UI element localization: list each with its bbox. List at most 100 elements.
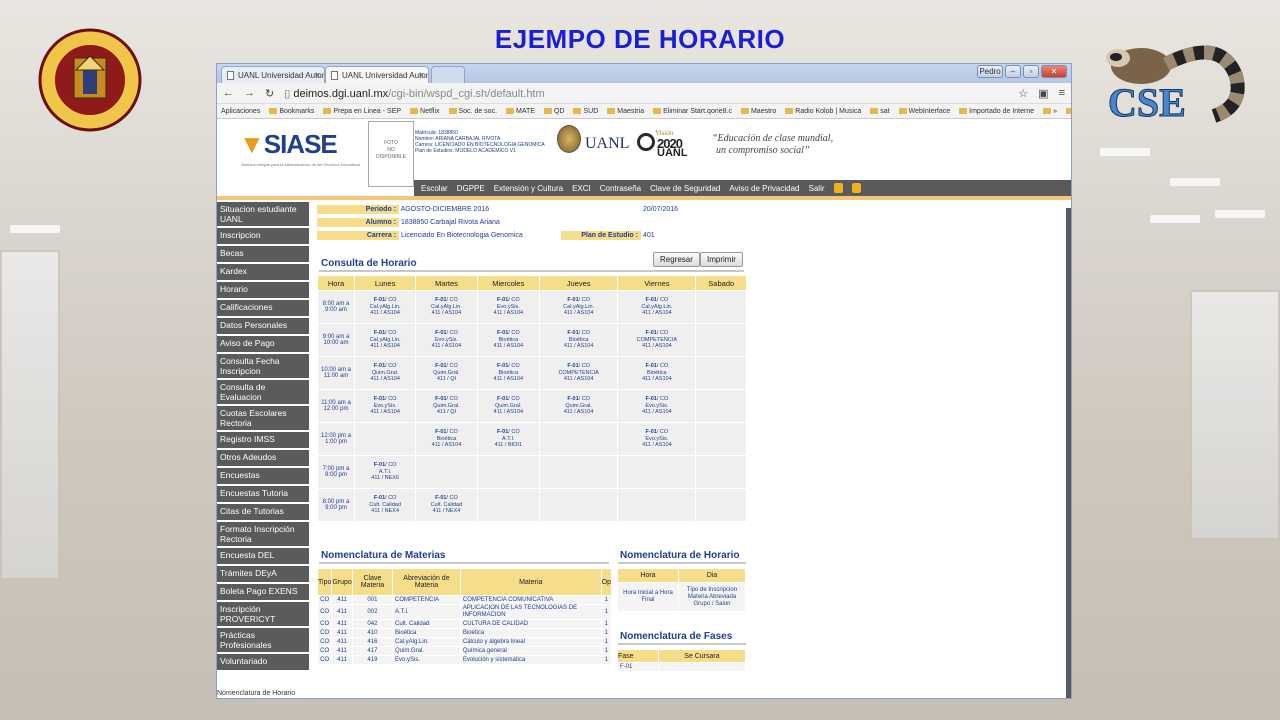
bookmark-star-icon[interactable]: ☆ bbox=[1018, 87, 1028, 100]
sidebar-item[interactable]: Inscripción PROVERICYT bbox=[217, 602, 309, 628]
table-cell: CO bbox=[318, 638, 332, 646]
menu-item-3[interactable]: EXCI bbox=[572, 184, 591, 193]
fecha: 20/07/2016 bbox=[643, 206, 679, 213]
table-cell: CO bbox=[318, 605, 332, 619]
periodo-row: Periodo : AGOSTO-DICIEMBRE 2016 bbox=[317, 205, 489, 214]
folder-icon bbox=[410, 107, 419, 114]
back-icon[interactable]: ← bbox=[223, 87, 234, 99]
sidebar-item[interactable]: Citas de Tutorias bbox=[217, 504, 309, 522]
bookmark-item[interactable]: QD bbox=[543, 107, 564, 115]
column-header: Miercoles bbox=[477, 276, 540, 290]
siase-subtitle: Sistema Integral para la Administración … bbox=[241, 162, 361, 167]
cell-room: 411 / AS104 bbox=[493, 409, 524, 416]
hora-cell: 11:00 am a 12:00 pm bbox=[318, 390, 354, 422]
imprimir-button[interactable]: Imprimir bbox=[700, 252, 743, 267]
bookmark-item[interactable]: Prepa en Linea - SEP bbox=[323, 107, 401, 115]
menu-icon[interactable]: ≡ bbox=[1059, 87, 1065, 100]
table-cell: Evolución y sistemática bbox=[460, 656, 601, 664]
facebook-icon[interactable] bbox=[833, 183, 843, 193]
bookmark-item[interactable]: sat bbox=[870, 107, 890, 115]
bookmark-item[interactable]: Maestro bbox=[740, 107, 776, 115]
header-divider bbox=[217, 196, 1071, 200]
regresar-button[interactable]: Regresar bbox=[653, 252, 700, 267]
sidebar-item[interactable]: Cuotas Escolares Rectoria bbox=[217, 406, 309, 432]
bookmark-item[interactable]: Aplicaciones bbox=[221, 108, 260, 115]
close-tab-icon[interactable]: × bbox=[419, 70, 424, 80]
sidebar-item[interactable]: Horario bbox=[217, 282, 309, 300]
menu-item-5[interactable]: Clave de Seguridad bbox=[650, 184, 720, 193]
bookmark-item[interactable]: Importado de Interne bbox=[959, 107, 1034, 115]
maximize-icon[interactable]: ▫ bbox=[1023, 65, 1039, 78]
sidebar-item[interactable]: Prácticas Profesionales bbox=[217, 628, 309, 654]
sidebar-item[interactable]: Encuestas bbox=[217, 468, 309, 486]
bookmark-item[interactable]: Otros marcadores bbox=[1066, 107, 1071, 115]
bookmark-item[interactable]: Eliminar Start.qone8.c bbox=[653, 107, 732, 115]
sidebar-item[interactable]: Kardex bbox=[217, 264, 309, 282]
column-header: Tipo bbox=[318, 569, 332, 595]
fase-cell bbox=[658, 663, 745, 671]
sidebar-item[interactable]: Calificaciones bbox=[217, 300, 309, 318]
menu-item-1[interactable]: DGPPE bbox=[457, 184, 485, 193]
schedule-cell bbox=[696, 423, 746, 455]
bookmark-item[interactable]: Soc. de soc. bbox=[448, 107, 497, 115]
schedule-cell: F-01/ CO Cult. Calidad 411 / NEX4 bbox=[416, 489, 477, 521]
twitter-icon[interactable] bbox=[851, 183, 861, 193]
bookmark-item[interactable]: » bbox=[1043, 107, 1057, 115]
schedule-cell: F-01/ CO Evo.ySis. 411 / AS104 bbox=[355, 390, 416, 422]
sidebar-item[interactable]: Becas bbox=[217, 246, 309, 264]
new-tab-button[interactable] bbox=[431, 66, 465, 83]
page-scrollbar[interactable] bbox=[1066, 208, 1071, 698]
close-tab-icon[interactable]: × bbox=[315, 70, 320, 80]
schedule-row: 12:00 pm a 1:00 pm F-01/ CO Bioética 411 / A… bbox=[318, 423, 746, 455]
column-header: Materia bbox=[460, 569, 601, 595]
cell-room: 411 / NEX6 bbox=[371, 475, 400, 482]
sidebar-item[interactable]: Boleta Pago EXENS bbox=[217, 584, 309, 602]
reload-icon[interactable]: ↻ bbox=[265, 87, 274, 100]
bookmark-item[interactable]: Bookmarks bbox=[269, 107, 314, 115]
bookmark-item[interactable]: Radio Kolob | Musica bbox=[785, 107, 862, 115]
sidebar-item[interactable]: Encuesta DEL bbox=[217, 548, 309, 566]
column-header: Sabado bbox=[696, 276, 746, 290]
bookmark-item[interactable]: MATE bbox=[506, 107, 535, 115]
siase-logo[interactable]: ▼SIASE bbox=[239, 129, 338, 160]
address-bar[interactable]: ▯ deimos.dgi.uanl.mx/cgi-bin/wspd_cgi.sh… bbox=[284, 87, 544, 100]
sidebar-item[interactable]: Trámites DEyA bbox=[217, 566, 309, 584]
browser-tab-active[interactable]: UANL Universidad Autono × bbox=[325, 66, 429, 83]
menu-item-4[interactable]: Contraseña bbox=[600, 184, 641, 193]
minimize-icon[interactable]: – bbox=[1005, 65, 1021, 78]
sidebar-item[interactable]: Encuestas Tutoria bbox=[217, 486, 309, 504]
table-cell: APLICACION DE LAS TECNOLOGIAS DE INFORMA… bbox=[460, 605, 601, 619]
sidebar-item[interactable]: Formato Inscripción Rectoria bbox=[217, 522, 309, 548]
sidebar-item[interactable]: Situacion estudiante UANL bbox=[217, 202, 309, 228]
sidebar-item[interactable]: Registro IMSS bbox=[217, 432, 309, 450]
forward-icon[interactable]: → bbox=[244, 87, 255, 99]
browser-tab[interactable]: UANL Universidad Autono × bbox=[221, 66, 325, 83]
schedule-cell: F-01/ CO Evo.ySis. 411 / AS104 bbox=[618, 423, 696, 455]
top-menu: Escolar DGPPE Extensión y Cultura EXCI Contr… bbox=[414, 180, 1071, 196]
bookmark-item[interactable]: SUD bbox=[573, 107, 598, 115]
close-window-icon[interactable]: ✕ bbox=[1041, 65, 1067, 78]
menu-item-7[interactable]: Salir bbox=[809, 184, 825, 193]
sidebar-item[interactable]: Consulta de Evaluacion bbox=[217, 380, 309, 406]
schedule-cell bbox=[696, 357, 746, 389]
menu-item-0[interactable]: Escolar bbox=[421, 184, 448, 193]
bookmark-item[interactable]: WebInterface bbox=[898, 107, 950, 115]
table-row: CO 411 419 Evo.ySis. Evolución y sistemática… bbox=[318, 656, 611, 664]
menu-item-6[interactable]: Aviso de Privacidad bbox=[729, 184, 799, 193]
profile-button[interactable]: Pedro bbox=[977, 65, 1003, 78]
sidebar-item[interactable]: Voluntariado bbox=[217, 654, 309, 672]
uanl-seal-icon bbox=[557, 125, 581, 153]
extension-icon[interactable]: ▣ bbox=[1038, 87, 1048, 100]
bookmark-item[interactable]: Maestria bbox=[607, 107, 644, 115]
sidebar-item[interactable]: Inscripcion bbox=[217, 228, 309, 246]
bookmark-item[interactable]: Netflix bbox=[410, 107, 440, 115]
menu-item-2[interactable]: Extensión y Cultura bbox=[494, 184, 563, 193]
bookmark-label: Radio Kolob | Musica bbox=[795, 107, 862, 115]
schedule-cell bbox=[696, 390, 746, 422]
sidebar-item[interactable]: Consulta Fecha Inscripcion bbox=[217, 354, 309, 380]
sidebar-item[interactable]: Datos Personales bbox=[217, 318, 309, 336]
cell-room: 411 / AS104 bbox=[563, 343, 594, 350]
sidebar-item[interactable]: Otros Adeudos bbox=[217, 450, 309, 468]
sidebar-item[interactable]: Aviso de Pago bbox=[217, 336, 309, 354]
table-row: CO 411 417 Quim.Gral. Química general 1 bbox=[318, 647, 611, 655]
